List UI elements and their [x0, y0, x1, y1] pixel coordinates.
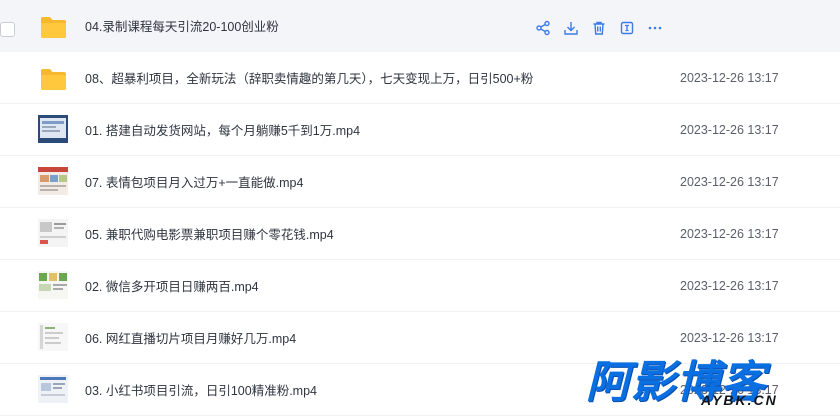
modified-date: 2023-12-26 13:17 — [680, 174, 779, 189]
video-thumbnail — [38, 374, 68, 404]
folder-icon — [40, 68, 67, 91]
file-name[interactable]: 01. 搭建自动发货网站，每个月躺赚5千到1万.mp4 — [85, 120, 360, 139]
watermark-domain: AYBK.CN — [701, 392, 778, 408]
video-thumbnail — [38, 114, 68, 144]
watermark-logo: 阿影博客 AYBK.CN — [586, 346, 826, 412]
row-actions — [534, 19, 663, 36]
folder-icon — [40, 16, 67, 39]
share-icon[interactable] — [534, 19, 551, 36]
video-thumbnail — [38, 218, 68, 248]
download-icon[interactable] — [562, 19, 579, 36]
more-icon[interactable] — [646, 19, 663, 36]
video-thumbnail — [38, 270, 68, 300]
modified-date: 2023-12-26 13:17 — [680, 278, 779, 293]
video-thumbnail — [38, 322, 68, 352]
file-name[interactable]: 05. 兼职代购电影票兼职项目赚个零花钱.mp4 — [85, 224, 334, 243]
file-row[interactable]: 05. 兼职代购电影票兼职项目赚个零花钱.mp4 2023-12-26 13:1… — [0, 208, 840, 260]
file-name[interactable]: 06. 网红直播切片项目月赚好几万.mp4 — [85, 328, 296, 347]
file-row[interactable]: 02. 微信多开项目日赚两百.mp4 2023-12-26 13:17 — [0, 260, 840, 312]
delete-icon[interactable] — [590, 19, 607, 36]
modified-date: 2023-12-26 13:17 — [680, 122, 779, 137]
modified-date: 2023-12-26 13:17 — [680, 330, 779, 345]
file-row[interactable]: 01. 搭建自动发货网站，每个月躺赚5千到1万.mp4 2023-12-26 1… — [0, 104, 840, 156]
file-name[interactable]: 08、超暴利项目，全新玩法（辞职卖情趣的第几天），七天变现上万，日引500+粉 — [85, 68, 533, 87]
file-row[interactable]: 07. 表情包项目月入过万+一直能做.mp4 2023-12-26 13:17 — [0, 156, 840, 208]
file-name[interactable]: 02. 微信多开项目日赚两百.mp4 — [85, 276, 259, 295]
video-thumbnail — [38, 166, 68, 196]
file-name[interactable]: 03. 小红书项目引流，日引100精准粉.mp4 — [85, 380, 317, 399]
file-row[interactable]: 08、超暴利项目，全新玩法（辞职卖情趣的第几天），七天变现上万，日引500+粉 … — [0, 52, 840, 104]
file-name[interactable]: 04.录制课程每天引流20-100创业粉 — [85, 16, 279, 35]
row-checkbox[interactable] — [0, 22, 15, 37]
modified-date: 2023-12-26 13:17 — [680, 226, 779, 241]
file-row[interactable]: 04.录制课程每天引流20-100创业粉 — [0, 0, 840, 52]
rename-icon[interactable] — [618, 19, 635, 36]
file-name[interactable]: 07. 表情包项目月入过万+一直能做.mp4 — [85, 172, 303, 191]
modified-date: 2023-12-26 13:17 — [680, 70, 779, 85]
